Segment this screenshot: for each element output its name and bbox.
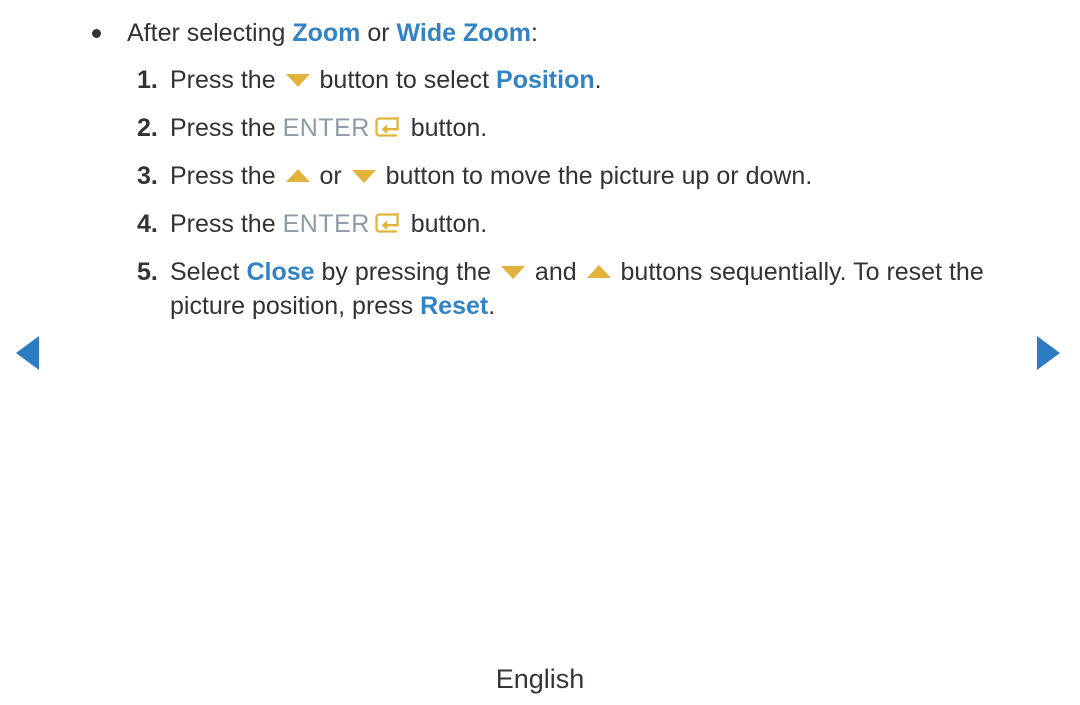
previous-page-button[interactable]: [16, 336, 39, 370]
term-wide-zoom: Wide Zoom: [396, 19, 532, 47]
step-5-text-c: and: [527, 258, 584, 286]
bullet-text: After selecting Zoom or Wide Zoom:: [127, 16, 538, 50]
bullet-item: After selecting Zoom or Wide Zoom:: [92, 16, 538, 50]
bullet-trailing: :: [531, 19, 538, 47]
step-number: 1.: [137, 66, 158, 94]
enter-key-label: ENTER: [282, 210, 370, 238]
step-text: Select Close by pressing the and buttons…: [170, 255, 1037, 323]
list-item: 2. Press the ENTER button.: [137, 111, 1037, 145]
enter-key-icon: [375, 212, 401, 234]
list-item: 4. Press the ENTER button.: [137, 207, 1037, 241]
step-5-line-2: picture position, press Reset.: [170, 289, 1037, 323]
step-number: 2.: [137, 114, 158, 142]
term-reset: Reset: [420, 292, 489, 320]
step-list: 1. Press the button to select Position. …: [137, 63, 1037, 337]
step-3-text-c: button to move the picture up or down.: [378, 162, 813, 190]
bullet-conjunction: or: [360, 19, 397, 47]
step-number: 4.: [137, 210, 158, 238]
step-3-text-b: or: [312, 162, 349, 190]
step-number: 3.: [137, 162, 158, 190]
arrow-up-icon: [285, 168, 310, 182]
step-5-text-d: buttons sequentially. To reset the: [613, 258, 984, 286]
language-label: English: [495, 664, 585, 694]
step-5-line2-a: picture position, press: [170, 292, 421, 320]
arrow-down-icon: [285, 73, 310, 87]
arrow-up-icon: [586, 264, 611, 278]
step-number: 5.: [137, 258, 158, 286]
step-text: Press the or button to move the picture …: [170, 159, 1037, 193]
term-close: Close: [246, 258, 315, 286]
step-text: Press the ENTER button.: [170, 111, 1037, 145]
step-2-text-a: Press the: [170, 114, 283, 142]
enter-key-icon: [375, 116, 401, 138]
step-3-text-a: Press the: [170, 162, 283, 190]
step-1-text-b: button to select: [312, 66, 497, 94]
step-5-text-a: Select: [170, 258, 247, 286]
step-5-line-1: Select Close by pressing the and buttons…: [170, 255, 1037, 289]
term-position: Position: [496, 66, 595, 94]
step-5-line2-b: .: [488, 292, 496, 320]
next-page-button[interactable]: [1037, 336, 1060, 370]
arrow-down-icon: [500, 265, 525, 279]
step-text: Press the button to select Position.: [170, 63, 1037, 97]
enter-key-label: ENTER: [282, 114, 370, 142]
step-1-text-a: Press the: [170, 66, 283, 94]
arrow-down-icon: [351, 169, 376, 183]
list-item: 3. Press the or button to move the pictu…: [137, 159, 1037, 193]
step-2-text-b: button.: [403, 114, 488, 142]
list-item: 5. Select Close by pressing the and butt…: [137, 255, 1037, 323]
step-1-text-c: .: [594, 66, 602, 94]
term-zoom: Zoom: [292, 19, 361, 47]
bullet-dot-icon: [92, 29, 101, 38]
step-5-text-b: by pressing the: [314, 258, 498, 286]
step-text: Press the ENTER button.: [170, 207, 1037, 241]
manual-page: After selecting Zoom or Wide Zoom: 1. Pr…: [0, 0, 1080, 705]
step-4-text-a: Press the: [170, 210, 283, 238]
step-4-text-b: button.: [403, 210, 488, 238]
bullet-lead-text: After selecting: [127, 19, 293, 47]
list-item: 1. Press the button to select Position.: [137, 63, 1037, 97]
